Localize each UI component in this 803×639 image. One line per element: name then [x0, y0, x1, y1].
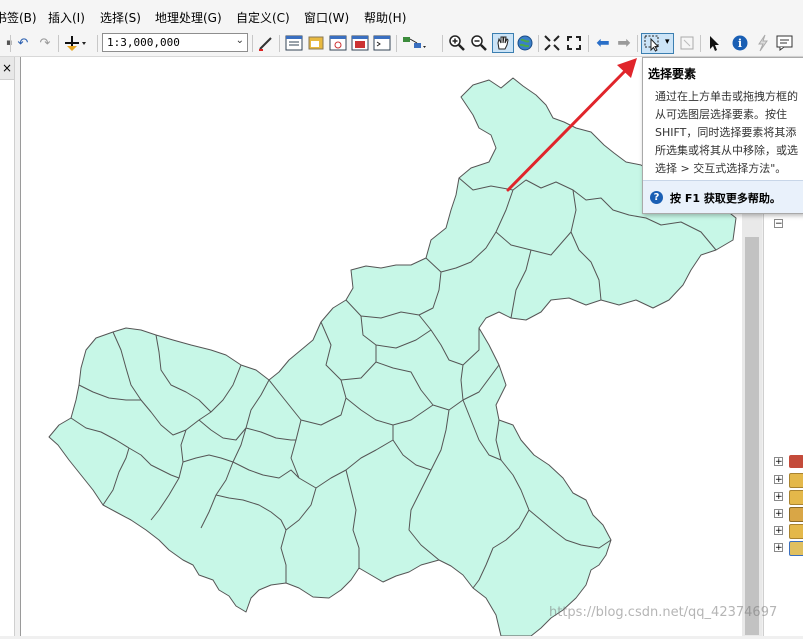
zoom-in-icon[interactable] — [448, 34, 466, 52]
tooltip-line: 所选集或将其从中移除，或选 — [655, 144, 798, 157]
table-of-contents-icon[interactable] — [285, 34, 303, 52]
toolbar: ▪ ↶ ↷ 1:3,000,000 ⌄ ⬅ ➡ ▾ i — [0, 32, 803, 57]
tooltip-line: 从可选图层选择要素。按住 — [655, 108, 787, 121]
select-features-tooltip: 选择要素 通过在上方单击或拖拽方框的 从可选图层选择要素。按住 SHIFT，同时… — [642, 57, 803, 214]
chevron-down-icon: ▾ — [665, 37, 670, 47]
folder-icon — [789, 473, 803, 488]
menu-bookmarks[interactable]: 书签(B) — [0, 9, 37, 26]
fixed-zoom-out-icon[interactable] — [565, 34, 583, 52]
tooltip-body: 通过在上方单击或拖拽方框的 从可选图层选择要素。按住 SHIFT，同时选择要素将… — [655, 88, 803, 178]
tree-collapse-icon[interactable]: − — [774, 219, 783, 229]
close-icon[interactable]: × — [0, 57, 14, 80]
toolbar-separator — [279, 35, 280, 52]
editor-icon[interactable] — [257, 34, 275, 52]
python-window-icon[interactable] — [373, 34, 391, 52]
server-icon — [789, 541, 803, 556]
toolbar-separator — [252, 35, 253, 52]
tooltip-line: 通过在上方单击或拖拽方框的 — [655, 90, 798, 103]
map-scale-value: 1:3,000,000 — [107, 36, 180, 49]
scrollbar-thumb[interactable] — [745, 237, 759, 635]
search-window-icon[interactable] — [329, 34, 347, 52]
menu-help[interactable]: 帮助(H) — [364, 9, 406, 26]
model-builder-icon[interactable] — [401, 34, 427, 52]
select-elements-icon[interactable] — [705, 34, 723, 52]
folder-icon — [789, 524, 803, 539]
catalog-icon[interactable] — [307, 34, 325, 52]
zoom-out-icon[interactable] — [470, 34, 488, 52]
tree-expand-icon[interactable]: + — [774, 457, 783, 467]
full-extent-icon[interactable] — [516, 34, 534, 52]
toolbar-separator — [637, 35, 638, 52]
svg-text:i: i — [738, 37, 742, 50]
forward-extent-icon[interactable]: ➡ — [615, 34, 633, 52]
toolbar-separator — [10, 35, 11, 52]
map-scale-dropdown[interactable]: 1:3,000,000 ⌄ — [102, 33, 248, 52]
toolbar-separator — [396, 35, 397, 52]
annotation-arrow — [506, 58, 637, 192]
toolbar-separator — [588, 35, 589, 52]
tree-expand-icon[interactable]: + — [774, 492, 783, 502]
toolbar-separator — [58, 35, 59, 52]
tree-expand-icon[interactable]: + — [774, 475, 783, 485]
tooltip-title: 选择要素 — [648, 67, 697, 81]
menu-windows[interactable]: 窗口(W) — [304, 9, 349, 26]
toolbar-separator — [700, 35, 701, 52]
menu-customize[interactable]: 自定义(C) — [236, 9, 290, 26]
pan-icon[interactable] — [492, 33, 514, 53]
hyperlink-icon[interactable] — [754, 34, 772, 52]
chevron-down-icon: ⌄ — [235, 35, 244, 46]
menu-selection[interactable]: 选择(S) — [100, 9, 141, 26]
toolbar-separator — [442, 35, 443, 52]
tree-expand-icon[interactable]: + — [774, 543, 783, 553]
folder-icon — [789, 490, 803, 505]
tooltip-line: SHIFT，同时选择要素将其添 — [655, 126, 797, 139]
tree-expand-icon[interactable]: + — [774, 526, 783, 536]
toolbar-separator — [538, 35, 539, 52]
tree-expand-icon[interactable]: + — [774, 509, 783, 519]
select-features-button[interactable]: ▾ — [641, 33, 674, 54]
html-popup-icon[interactable] — [776, 34, 794, 52]
clear-selection-icon[interactable] — [678, 34, 696, 52]
menu-bar: 书签(B) 插入(I) 选择(S) 地理处理(G) 自定义(C) 窗口(W) 帮… — [0, 0, 803, 32]
toolbar-separator — [97, 35, 98, 52]
back-extent-icon[interactable]: ⬅ — [594, 34, 612, 52]
help-icon: ? — [650, 191, 663, 204]
database-icon — [789, 507, 803, 522]
table-of-contents-pane: × — [0, 57, 15, 636]
watermark: https://blog.csdn.net/qq_42374697 — [549, 605, 778, 620]
fixed-zoom-in-icon[interactable] — [543, 34, 561, 52]
tooltip-line: 选择 > 交互式选择方法"。 — [655, 162, 787, 175]
map-view[interactable] — [20, 57, 743, 637]
tooltip-footer-text: 按 F1 获取更多帮助。 — [670, 192, 781, 205]
undo-icon[interactable]: ↶ — [14, 34, 32, 52]
identify-icon[interactable]: i — [731, 34, 749, 52]
redo-icon[interactable]: ↷ — [36, 34, 54, 52]
menu-insert[interactable]: 插入(I) — [48, 9, 85, 26]
arctoolbox-icon[interactable] — [351, 34, 369, 52]
tooltip-footer: ? 按 F1 获取更多帮助。 — [643, 180, 803, 213]
toolbox-icon — [789, 455, 803, 468]
menu-geoprocessing[interactable]: 地理处理(G) — [155, 9, 222, 26]
add-data-icon[interactable] — [63, 34, 89, 52]
